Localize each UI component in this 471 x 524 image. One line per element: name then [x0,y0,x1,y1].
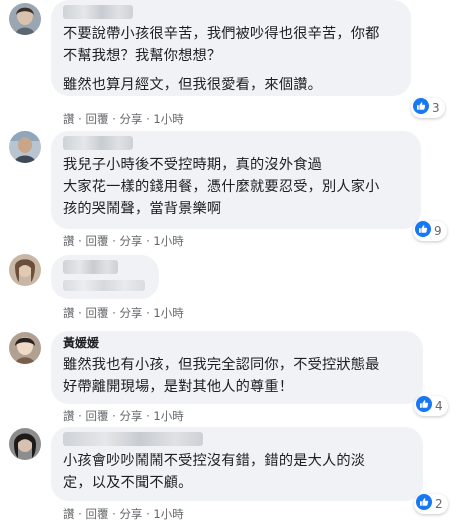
comment-text-line: 我兒子小時後不受控時期，真的沒外食過 [63,157,322,173]
comment-text-line: 不要說帶小孩很辛苦，我們被吵得也很辛苦，你都 [63,26,380,42]
comment-text-line: 孩的哭鬧聲，當背景樂啊 [63,201,222,217]
reply-link[interactable]: 回覆 [85,233,108,249]
like-link[interactable]: 讚 [63,506,75,522]
reply-link[interactable]: 回覆 [85,506,108,522]
timestamp[interactable]: 1小時 [153,408,183,424]
like-link[interactable]: 讚 [63,233,75,249]
blurred-comment-text [63,280,145,291]
share-link[interactable]: 分享 [119,506,142,522]
comment-actions: 讚 · 回覆 · 分享 · 1小時 [63,408,184,424]
reply-link[interactable]: 回覆 [85,408,108,424]
timestamp[interactable]: 1小時 [153,305,183,321]
comment-actions: 讚 · 回覆 · 分享 · 1小時 [63,506,184,522]
avatar[interactable] [9,428,41,460]
comment-bubble [51,255,159,299]
reply-link[interactable]: 回覆 [85,111,108,127]
comment-actions: 讚 · 回覆 · 分享 · 1小時 [63,111,184,127]
author-name[interactable]: 黃媛媛 [63,336,99,350]
timestamp[interactable]: 1小時 [153,233,183,249]
avatar[interactable] [9,131,41,163]
reaction-count: 4 [435,399,443,413]
comment-text-line: 小孩會吵吵鬧鬧不受控沒有錯，錯的是大人的淡 [63,453,366,469]
reaction-summary[interactable]: 9 [413,221,447,241]
avatar[interactable] [9,254,41,286]
author-name[interactable] [63,5,133,19]
share-link[interactable]: 分享 [119,233,142,249]
avatar[interactable] [9,332,41,364]
reaction-count: 9 [434,224,442,238]
share-link[interactable]: 分享 [119,111,142,127]
comment-actions: 讚 · 回覆 · 分享 · 1小時 [63,305,184,321]
comment-text-line: 定，以及不聞不顧。 [63,475,193,491]
timestamp[interactable]: 1小時 [153,111,183,127]
reaction-count: 2 [435,497,443,511]
like-link[interactable]: 讚 [63,111,75,127]
like-icon [416,396,432,416]
comment-text-line: 雖然也算月經文，但我很愛看，來個讚。 [63,77,322,93]
comment-bubble: 小孩會吵吵鬧鬧不受控沒有錯，錯的是大人的淡 定，以及不聞不顧。 [51,427,423,501]
reaction-summary[interactable]: 4 [414,396,448,416]
comment-text-line: 雖然我也有小孩，但我完全認同你，不受控狀態最 [63,357,380,373]
comment-bubble: 不要說帶小孩很辛苦，我們被吵得也很辛苦，你都 不幫我想？我幫你想想？ 雖然也算月… [51,0,411,96]
author-name[interactable] [63,260,118,274]
author-name[interactable] [63,136,133,150]
comment-text-line: 大家花一樣的錢用餐，憑什麼就要忍受，別人家小 [63,179,380,195]
reaction-summary[interactable]: 3 [411,98,445,118]
comment-bubble: 黃媛媛 雖然我也有小孩，但我完全認同你，不受控狀態最 好帶離開現場，是對其他人的… [51,331,423,404]
timestamp[interactable]: 1小時 [153,506,183,522]
like-icon [413,98,429,118]
like-icon [416,494,432,514]
comment-text-line: 不幫我想？我幫你想想？ [63,48,222,64]
avatar[interactable] [9,3,41,35]
share-link[interactable]: 分享 [119,408,142,424]
author-name[interactable] [63,432,203,446]
comment-actions: 讚 · 回覆 · 分享 · 1小時 [63,233,184,249]
reaction-count: 3 [432,101,440,115]
like-icon [415,221,431,241]
reply-link[interactable]: 回覆 [85,305,108,321]
reaction-summary[interactable]: 2 [414,494,448,514]
share-link[interactable]: 分享 [119,305,142,321]
like-link[interactable]: 讚 [63,305,75,321]
comment-bubble: 我兒子小時後不受控時期，真的沒外食過 大家花一樣的錢用餐，憑什麼就要忍受，別人家… [51,131,421,229]
like-link[interactable]: 讚 [63,408,75,424]
comment-text-line: 好帶離開現場，是對其他人的尊重！ [63,379,294,395]
